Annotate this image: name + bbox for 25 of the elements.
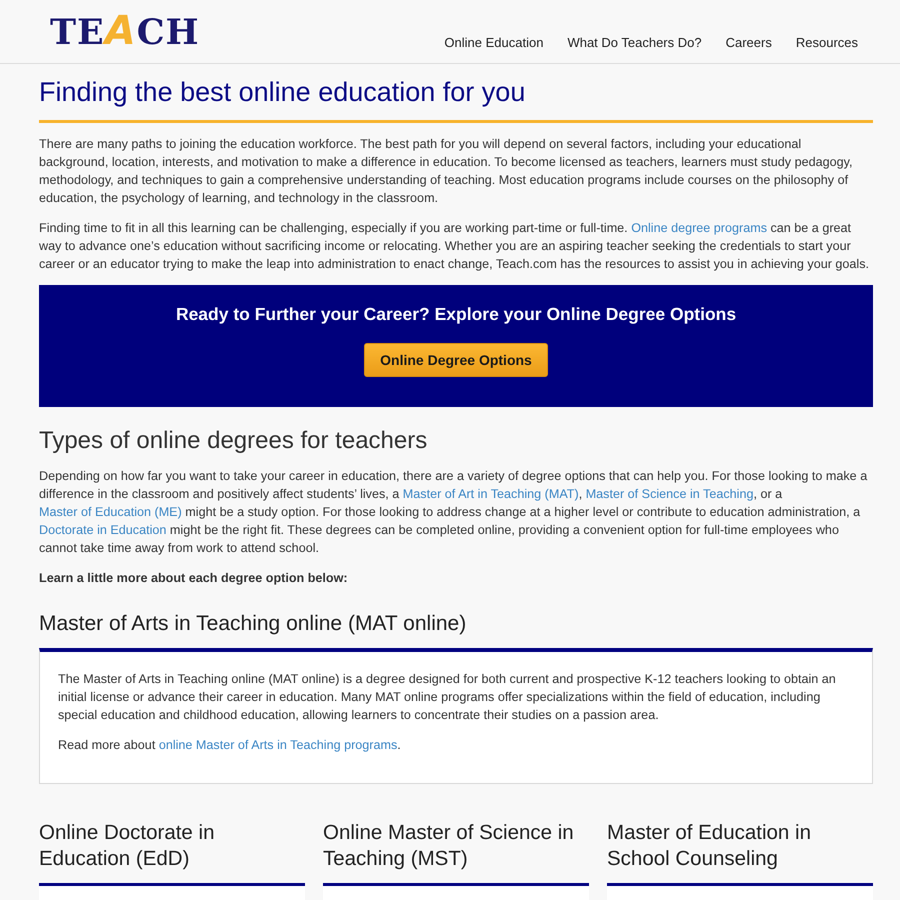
nav-link[interactable]: Online Education <box>444 34 544 52</box>
text-link[interactable]: online Master of Arts in Teaching programs <box>158 738 398 752</box>
teach-logo[interactable]: TEACH <box>50 11 200 53</box>
paragraph: Read more about online Master of Arts in Teaching programs. <box>58 737 402 754</box>
nav-link[interactable]: Careers <box>726 34 772 52</box>
program-heading: Master of Education in School Counseling <box>607 820 812 872</box>
page-title: Finding the best online education for you <box>39 76 873 123</box>
program-heading: Online Master of Science in Teaching (MST) <box>323 820 575 872</box>
banner-title: Ready to Further your Career? Explore your Online Degree Options <box>176 303 736 325</box>
nav-link[interactable]: What Do Teachers Do? <box>567 34 702 52</box>
paragraph: There are many paths to joining the education workforce. The best path for you will depend on several factors, including your educational background, location, interests, and motivation to make a difference in education. To become licensed as teachers, learners must study pedagogy, methodology, and techniques to gain a comprehensive understanding of teaching. Most education programs include courses on the philosophy of education, the psychology of learning, and technology in the classroom. <box>39 136 854 207</box>
text-link[interactable]: Master of Art in Teaching (MAT) <box>402 487 579 501</box>
program-heading: Online Doctorate in Education (EdD) <box>39 820 216 872</box>
program-heading: Master of Arts in Teaching online (MAT online) <box>39 611 468 636</box>
section-heading: Types of online degrees for teachers <box>39 426 428 455</box>
paragraph: Finding time to fit in all this learning can be challenging, especially if you are working part-time or full-time. Online degree programs can be a great way to advance one’s education without sacrificing income or relocating. Whether you are an aspiring teacher seeking the credentials to start your career or an educator trying to make the leap into administration to enact change, Teach.com has the resources to assist you in achieving your goals. <box>39 220 870 273</box>
nav-link[interactable]: Resources <box>796 34 858 52</box>
text-link[interactable]: Online degree programs <box>631 221 767 235</box>
text-link[interactable]: Doctorate in Education <box>39 523 166 537</box>
paragraph: The Master of Arts in Teaching online (MAT online) is a degree designed for both current and prospective K-12 teachers looking to obtain an initial license or advance their career in education. Many MAT online programs offer specializations within the field of education, including special education and childhood education, allowing learners to concentrate their studies on a passion area. <box>58 671 837 724</box>
degree-options-button[interactable]: Online Degree Options <box>364 343 548 377</box>
paragraph: Depending on how far you want to take your career in education, there are a variety of degree options that can help you. For those looking to make a difference in the classroom and positively affect students’ lives, a Master of Art in Teaching (MAT), Master of Science in Teaching, or a Master of Education (ME) might be a study option. For those looking to address change at a higher level or contribute to education administration, a Doctorate in Education might be the right fit. These degrees can be completed online, providing a convenient option for full-time employees who cannot take time away from work to attend school. <box>39 468 868 557</box>
lead-text: Learn a little more about each degree option below: <box>39 570 349 587</box>
text-link[interactable]: Master of Education (ME) <box>39 505 182 519</box>
text-link[interactable]: Master of Science in Teaching <box>586 487 754 501</box>
